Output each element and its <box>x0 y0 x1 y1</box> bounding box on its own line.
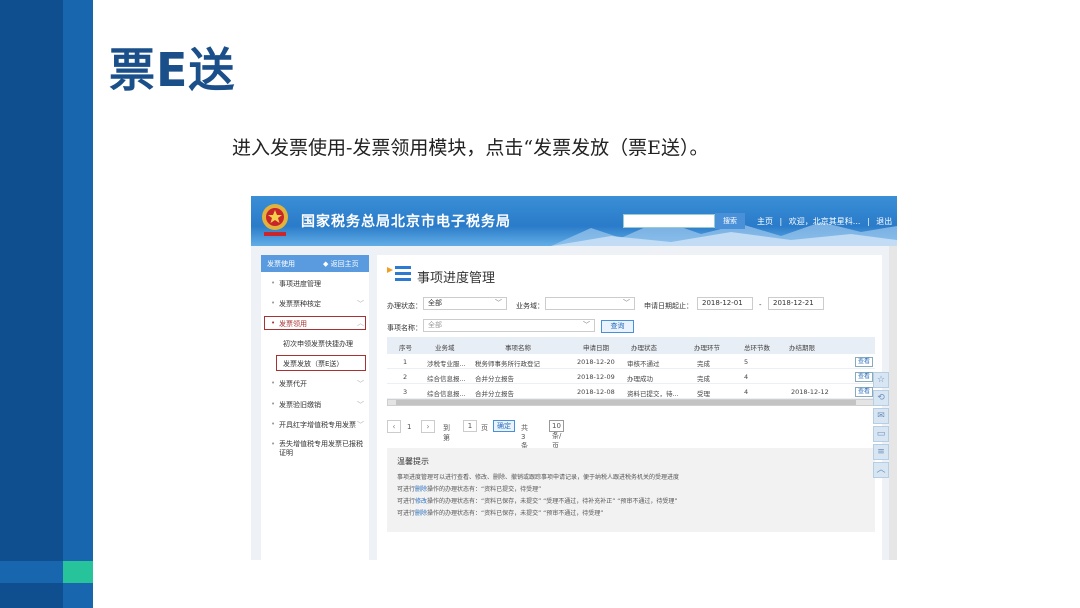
sidebar-section-title: 发票使用 <box>267 260 295 268</box>
chevron-down-icon: ﹀ <box>357 380 364 388</box>
view-button[interactable]: 查看 <box>855 357 873 367</box>
tips-panel: 温馨提示 事项进度管理可以进行查看、修改、删除、撤销或跟踪事项申请记录，便于纳税… <box>387 448 875 532</box>
horizontal-scrollbar[interactable] <box>387 399 875 406</box>
link-separator: | <box>866 217 870 226</box>
site-title: 国家税务总局北京市电子税务局 <box>301 214 511 230</box>
sidebar-nav: 发票使用 ◆ 返回主页 • 事项进度管理 • 发票票种核定 ﹀ • 发票领用 ︿ 初… <box>261 255 369 560</box>
item-name-label: 事项名称： <box>387 324 422 332</box>
domain-select[interactable]: ﹀ <box>545 297 635 310</box>
chevron-down-icon: ﹀ <box>583 321 590 329</box>
sidebar-item-invoice-claim[interactable]: • 发票领用 ︿ <box>264 316 366 330</box>
scroll-top-icon[interactable]: ︿ <box>873 462 889 478</box>
tip-line: 可进行删除操作的办理状态有：“资料已提交，待受理” <box>397 486 542 493</box>
date-from-input[interactable]: 2018-12-01 <box>697 297 753 310</box>
prev-page-button[interactable]: ‹ <box>387 420 401 433</box>
domain-label: 业务域： <box>516 302 544 310</box>
slide-accent-green <box>63 561 93 583</box>
tip-line: 可进行修改操作的办理状态有：“资料已保存，未提交” “受理不通过，待补充补正” … <box>397 498 678 505</box>
star-icon[interactable]: ☆ <box>873 372 889 388</box>
site-header: 国家税务总局北京市电子税务局 搜索 主页 | 欢迎，北京其星科... | 退出 <box>251 196 897 246</box>
search-button[interactable]: 搜索 <box>715 213 745 229</box>
back-home-link[interactable]: ◆ 返回主页 <box>323 259 359 269</box>
status-label: 办理状态： <box>387 302 422 310</box>
page-unit-label: 页 <box>481 424 488 432</box>
page-input[interactable]: 1 <box>463 420 477 432</box>
view-button[interactable]: 查看 <box>855 372 873 382</box>
home-link[interactable]: 主页 <box>757 217 773 226</box>
confirm-page-button[interactable]: 确定 <box>493 420 515 432</box>
goto-label: 到第 <box>443 424 450 442</box>
query-button[interactable]: 查询 <box>601 320 634 333</box>
main-panel: 事项进度管理 办理状态： 全部 ﹀ 业务域： ﹀ 申请日期起止： 2018-12-… <box>377 255 882 560</box>
sidebar-item-lost-invoice[interactable]: • 丢失增值税专用发票已报税证明 <box>261 440 369 460</box>
page-size-select[interactable]: 10 条/页 ▾ <box>549 420 565 460</box>
message-icon[interactable]: ▭ <box>873 426 889 442</box>
chevron-down-icon: ﹀ <box>623 299 630 307</box>
chevron-down-icon: ﹀ <box>357 300 364 308</box>
slide-accent-blue <box>0 561 63 583</box>
tip-line: 事项进度管理可以进行查看、修改、删除、撤销或跟踪事项申请记录，便于纳税人跟进税务… <box>397 474 680 481</box>
table-row[interactable]: 1 涉税专业服... 税务师事务所行政登记 2018-12-20 审核不通过 完… <box>387 354 875 369</box>
scrollbar-thumb[interactable] <box>396 400 856 405</box>
tax-bureau-screenshot: 国家税务总局北京市电子税务局 搜索 主页 | 欢迎，北京其星科... | 退出 … <box>251 196 897 560</box>
table-row[interactable]: 2 综合信息报... 合并分立报告 2018-12-09 办理成功 完成 4 查… <box>387 369 875 384</box>
search-input[interactable] <box>623 214 715 228</box>
item-name-select[interactable]: 全部 ﹀ <box>423 319 595 332</box>
tips-title: 温馨提示 <box>397 457 429 466</box>
chevron-up-icon: ︿ <box>357 319 364 327</box>
date-range-label: 申请日期起止： <box>644 302 693 310</box>
status-select[interactable]: 全部 ﹀ <box>423 297 507 310</box>
welcome-user-link[interactable]: 欢迎，北京其星科... <box>789 217 861 226</box>
chat-icon[interactable]: ✉ <box>873 408 889 424</box>
table-header: 序号 业务域 事项名称 申请日期 办理状态 办理环节 总环节数 办结期限 <box>387 337 875 354</box>
view-button[interactable]: 查看 <box>855 387 873 397</box>
top-links: 主页 | 欢迎，北京其星科... | 退出 <box>757 216 896 227</box>
date-to-input[interactable]: 2018-12-21 <box>768 297 824 310</box>
next-page-button[interactable]: › <box>421 420 435 433</box>
total-count: 共 3 条 <box>521 424 528 450</box>
chevron-down-icon: ﹀ <box>357 421 364 429</box>
slide-side-bar-inner <box>63 0 93 608</box>
sidebar-header: 发票使用 ◆ 返回主页 <box>261 255 369 272</box>
page-number-1[interactable]: 1 <box>407 423 411 431</box>
slide-description: 进入发票使用-发票领用模块，点击“发票发放（票E送）。 <box>232 137 709 159</box>
link-separator: | <box>779 217 783 226</box>
page-title: 事项进度管理 <box>417 271 496 286</box>
list-icon <box>387 266 411 281</box>
slide-title: 票E送 <box>109 43 236 97</box>
date-separator: - <box>759 301 762 309</box>
tip-line: 可进行删除操作的办理状态有：“资料已保存，未提交” “预审不通过，待受理” <box>397 510 604 517</box>
chevron-down-icon: ﹀ <box>495 299 502 307</box>
chevron-down-icon: ﹀ <box>357 401 364 409</box>
sidebar-subitem-invoice-delivery[interactable]: 发票发放（票E送） <box>276 355 366 371</box>
sidebar-subitem-first-claim[interactable]: 初次申领发票快捷办理 <box>283 339 353 349</box>
table-row[interactable]: 3 综合信息报... 合并分立报告 2018-12-08 资料已提交，待... … <box>387 384 875 399</box>
tax-emblem-icon <box>262 204 288 236</box>
logout-link[interactable]: 退出 <box>876 217 892 226</box>
floating-toolbar: ☆ ⟲ ✉ ▭ ≡ ︿ <box>873 372 891 480</box>
document-icon[interactable]: ≡ <box>873 444 889 460</box>
share-icon[interactable]: ⟲ <box>873 390 889 406</box>
